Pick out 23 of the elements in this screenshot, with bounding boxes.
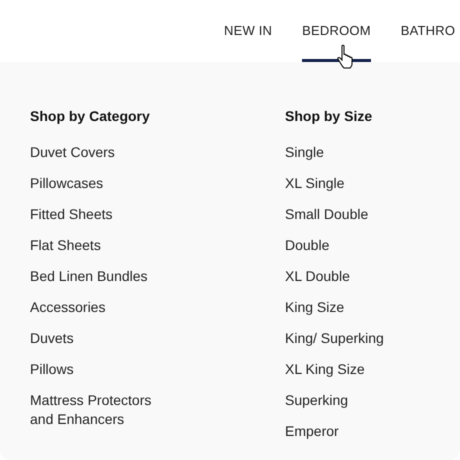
menu-link[interactable]: Small Double [285,205,368,224]
menu-link[interactable]: King/ Superking [285,329,384,348]
menu-link[interactable]: XL Single [285,174,344,193]
nav-tab[interactable]: NEW IN [224,0,272,62]
menu-link[interactable]: Single [285,143,324,162]
nav-tab[interactable]: BATHRO [400,0,456,62]
menu-link[interactable]: Fitted Sheets [30,205,112,224]
menu-link[interactable]: Pillowcases [30,174,104,193]
menu-link[interactable]: Flat Sheets [30,236,101,255]
menu-link[interactable]: Duvets [30,329,74,348]
menu-link[interactable]: Accessories [30,298,106,317]
menu-link[interactable]: XL Double [285,267,350,286]
menu-link[interactable]: Double [285,236,330,255]
menu-link[interactable]: Mattress Protectors and Enhancers [30,391,170,429]
column-heading: Shop by Size [285,108,372,124]
menu-link[interactable]: King Size [285,298,344,317]
column-heading: Shop by Category [30,108,150,124]
menu-link[interactable]: Superking [285,391,348,410]
menu-link[interactable]: XL King Size [285,360,365,379]
menu-link[interactable]: Bed Linen Bundles [30,267,148,286]
menu-link[interactable]: Duvet Covers [30,143,115,162]
menu-link[interactable]: Emperor [285,422,339,441]
menu-link[interactable]: Pillows [30,360,74,379]
